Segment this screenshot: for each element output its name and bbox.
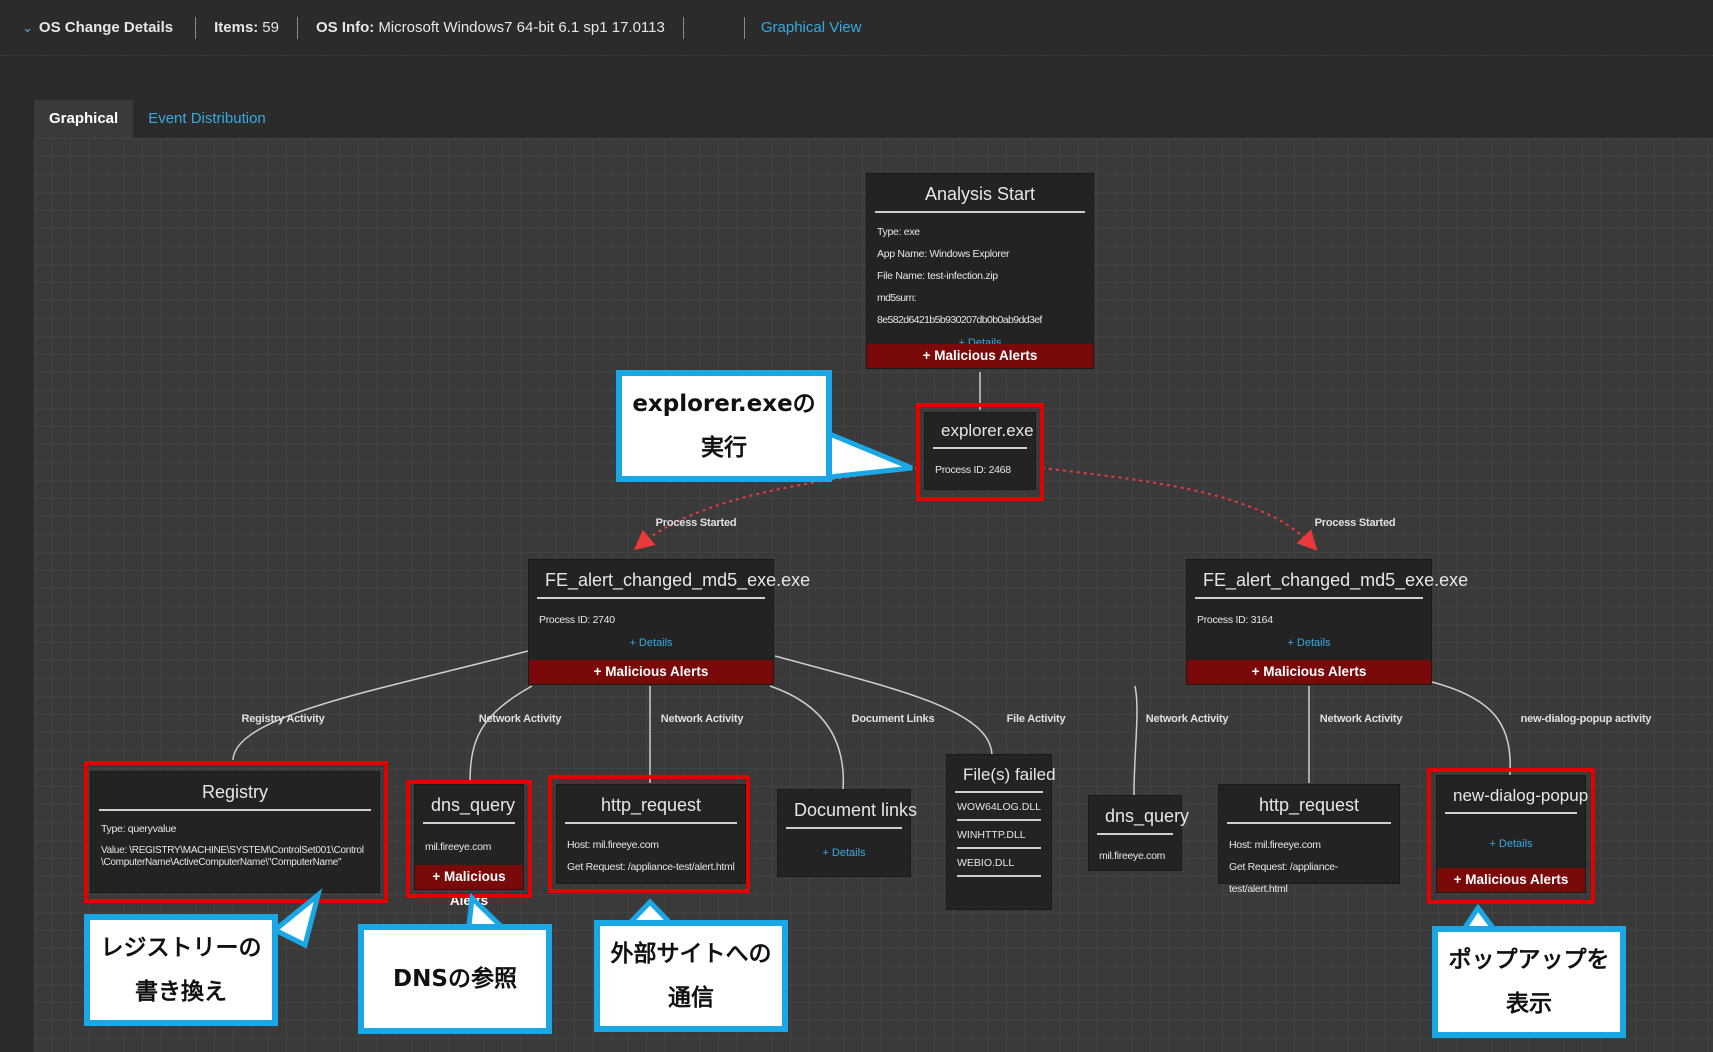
node-http-right[interactable]: http_request Host: mil.fireeye.com Get R… <box>1218 784 1400 895</box>
edge-label: Process Started <box>1314 517 1396 529</box>
callout-registry: レジストリーの 書き換え <box>84 914 278 1026</box>
node-title: Analysis Start <box>875 174 1085 213</box>
node-analysis-start[interactable]: Analysis Start Type: exe App Name: Windo… <box>866 173 1094 369</box>
node-files-failed[interactable]: File(s) failed WOW64LOG.DLL WINHTTP.DLL … <box>946 754 1056 910</box>
node-field: Process ID: 3164 <box>1197 614 1273 626</box>
highlight-dns-left <box>406 780 532 898</box>
node-fe-right[interactable]: FE_alert_changed_md5_exe.exe Process ID:… <box>1186 559 1468 685</box>
list-item: WEBIO.DLL <box>957 849 1041 877</box>
node-title: FE_alert_changed_md5_exe.exe <box>1195 560 1468 599</box>
details-link[interactable]: + Details <box>778 829 910 865</box>
malicious-alerts-button[interactable]: + Malicious Alerts <box>867 344 1093 368</box>
details-link[interactable]: + Details <box>529 635 773 655</box>
os-info: OS Info: Microsoft Windows7 64-bit 6.1 sp… <box>298 16 684 39</box>
edge-label: Network Activity <box>1319 713 1403 725</box>
section-title[interactable]: OS Change Details <box>39 16 197 39</box>
highlight-http-left <box>548 775 750 893</box>
list-item: WOW64LOG.DLL <box>957 793 1041 821</box>
node-dns-right[interactable]: dns_query mil.fireeye.com <box>1088 795 1189 871</box>
tab-event-distribution[interactable]: Event Distribution <box>133 100 281 138</box>
edge-label: Network Activity <box>660 713 744 725</box>
highlight-popup <box>1427 768 1595 904</box>
highlight-registry <box>84 761 388 903</box>
node-field: Get Request: /appliance-test/alert.html <box>1229 861 1338 895</box>
node-title: File(s) failed <box>955 755 1056 793</box>
edge-label: Network Activity <box>1145 713 1229 725</box>
tab-graphical[interactable]: Graphical <box>34 100 134 138</box>
tab-bar: Graphical Event Distribution <box>34 100 281 138</box>
node-title: http_request <box>1227 785 1391 824</box>
malicious-alerts-button[interactable]: + Malicious Alerts <box>529 660 773 684</box>
details-link[interactable]: + Details <box>1187 635 1431 655</box>
chevron-down-icon[interactable]: ⌄ <box>22 20 33 36</box>
edge-label: Process Started <box>655 517 737 529</box>
highlight-explorer <box>916 403 1044 501</box>
graphical-view-link[interactable]: Graphical View <box>743 16 880 39</box>
node-title: FE_alert_changed_md5_exe.exe <box>537 560 810 599</box>
node-field: Type: exe <box>877 226 920 238</box>
node-field: App Name: Windows Explorer <box>877 248 1010 260</box>
callout-popup: ポップアップを 表示 <box>1432 926 1626 1038</box>
node-field: Host: mil.fireeye.com <box>1229 839 1321 851</box>
node-field: mil.fireeye.com <box>1099 850 1166 862</box>
node-title: dns_query <box>1097 796 1189 835</box>
callout-external: 外部サイトへの 通信 <box>594 920 788 1032</box>
list-item: WINHTTP.DLL <box>957 821 1041 849</box>
node-field: File Name: test-infection.zip <box>877 270 998 282</box>
node-field: md5sum: 8e582d6421b5b930207db0b0ab9dd3ef <box>877 292 1042 326</box>
node-field: Process ID: 2740 <box>539 614 615 626</box>
edge-label: new-dialog-popup activity <box>1520 713 1652 725</box>
node-document-links[interactable]: Document links + Details <box>777 789 917 877</box>
file-list: WOW64LOG.DLL WINHTTP.DLL WEBIO.DLL <box>947 793 1051 877</box>
items-count: Items: 59 <box>196 16 298 39</box>
edge-label: Document Links <box>851 713 935 725</box>
node-fe-left[interactable]: FE_alert_changed_md5_exe.exe Process ID:… <box>528 559 810 685</box>
node-title: Document links <box>786 790 917 829</box>
callout-explorer: explorer.exeの 実行 <box>616 370 832 482</box>
top-bar: ⌄ OS Change Details Items: 59 OS Info: Mic… <box>0 0 1713 56</box>
edge-label: Registry Activity <box>241 713 325 725</box>
callout-dns: DNSの参照 <box>358 924 552 1034</box>
malicious-alerts-button[interactable]: + Malicious Alerts <box>1187 660 1431 684</box>
edge-label: File Activity <box>1006 713 1066 725</box>
edge-label: Network Activity <box>478 713 562 725</box>
